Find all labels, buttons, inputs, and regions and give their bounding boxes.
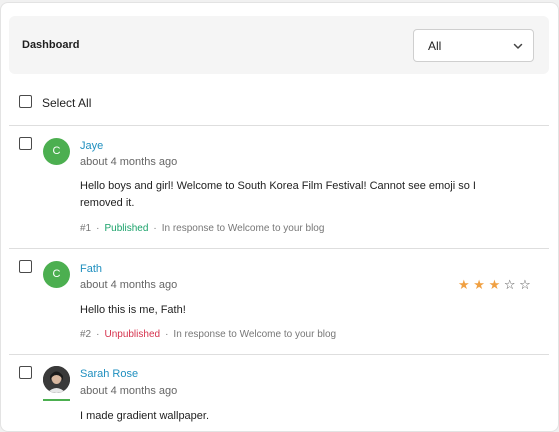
star-icon: ★ xyxy=(488,277,501,292)
comment-checkbox[interactable] xyxy=(19,137,32,150)
comment-author[interactable]: Fath xyxy=(80,263,102,275)
avatar: C xyxy=(43,261,70,288)
loading-bar xyxy=(43,399,70,401)
comment-context: In response to Welcome to your blog xyxy=(161,223,325,234)
comment-meta: #2 · Unpublished · In response to Welcome to… xyxy=(80,329,337,340)
select-all-checkbox[interactable] xyxy=(19,95,32,108)
star-icon: ★ xyxy=(458,277,470,292)
comment-author[interactable]: Sarah Rose xyxy=(80,368,138,380)
star-outline-icon: ☆ xyxy=(503,277,516,292)
star-icon: ★ xyxy=(473,277,485,292)
comment-number: #2 xyxy=(80,329,92,340)
comment-context: In response to Welcome to your blog xyxy=(173,329,337,340)
comment-time: about 4 months ago xyxy=(80,156,178,168)
comment-checkbox[interactable] xyxy=(19,366,32,379)
comment-body: Hello boys and girl! Welcome to South Ko… xyxy=(80,180,476,209)
avatar: C xyxy=(43,138,70,165)
user-photo-icon xyxy=(43,366,70,393)
status-badge: Unpublished xyxy=(104,329,161,340)
comments-panel: Dashboard All Select All C Jaye about 4 … xyxy=(0,2,559,432)
filter-select[interactable]: All xyxy=(413,29,534,62)
select-all-label: Select All xyxy=(42,96,92,110)
comment-time: about 4 months ago xyxy=(80,279,178,291)
comment-body: Hello this is me, Fath! xyxy=(80,304,186,316)
comment-number: #1 xyxy=(80,223,92,234)
comment-author[interactable]: Jaye xyxy=(80,140,103,152)
page-title: Dashboard xyxy=(22,39,80,51)
star-outline-icon: ☆ xyxy=(519,277,531,292)
chevron-down-icon xyxy=(513,43,523,49)
comment-meta: #1 · Published · In response to Welcome to y… xyxy=(80,223,325,234)
divider xyxy=(9,354,549,355)
comment-checkbox[interactable] xyxy=(19,260,32,273)
star-rating: ★ ★ ★ ☆ ☆ xyxy=(458,277,531,293)
dashboard-header: Dashboard All xyxy=(9,16,549,74)
avatar xyxy=(43,366,70,393)
status-badge: Published xyxy=(104,223,149,234)
filter-select-value: All xyxy=(428,39,442,53)
divider xyxy=(9,125,549,126)
comment-body: I made gradient wallpaper. xyxy=(80,410,210,422)
comment-time: about 4 months ago xyxy=(80,385,178,397)
divider xyxy=(9,248,549,249)
